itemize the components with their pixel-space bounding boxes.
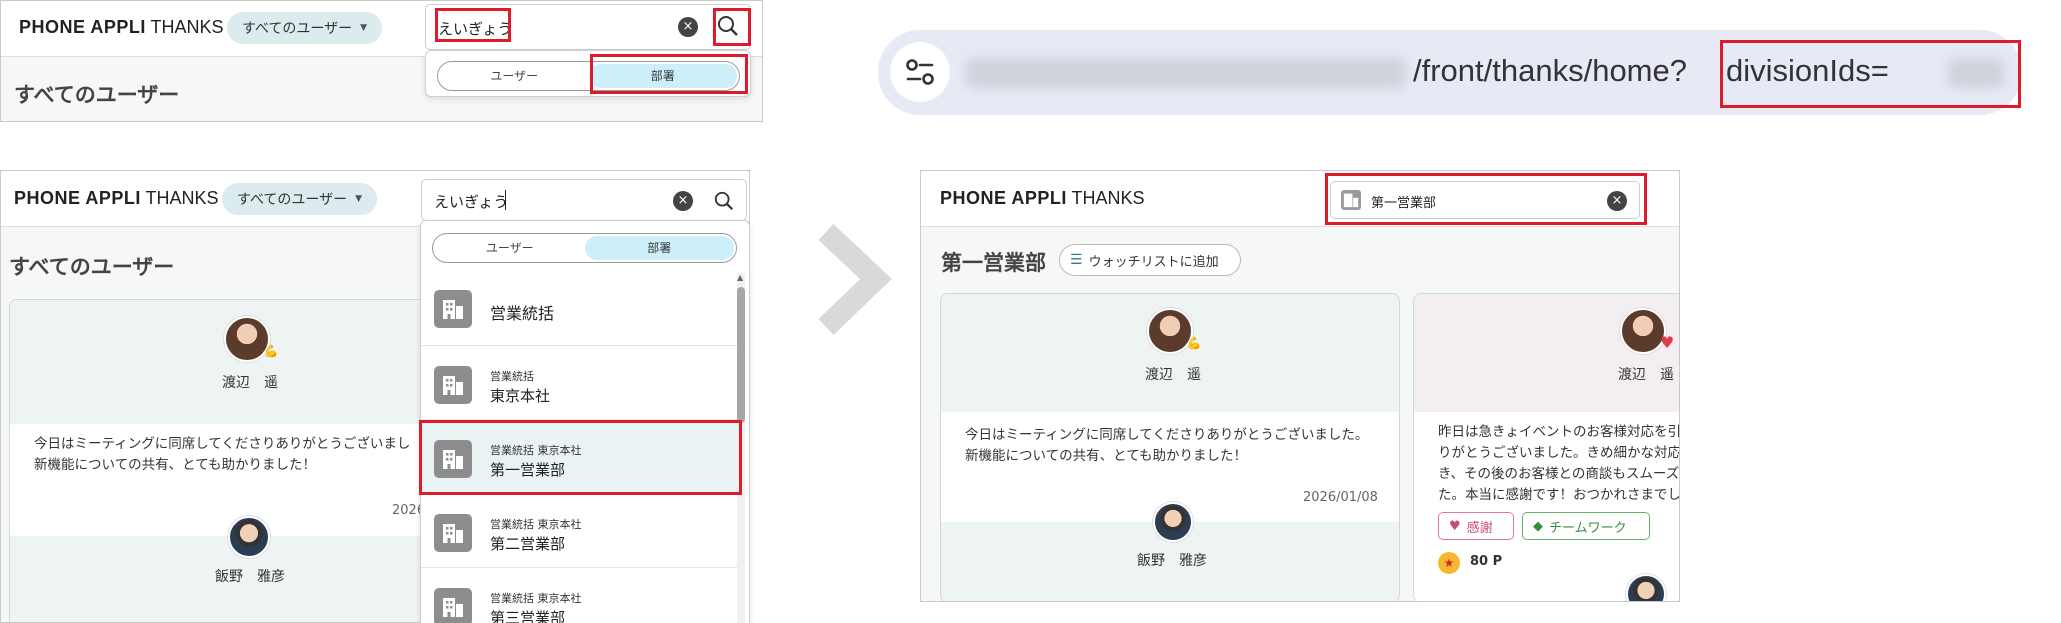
search-input[interactable]: えいぎょう × [421, 179, 747, 221]
brand-light: THANKS [145, 188, 219, 208]
app-brand: PHONE APPLI THANKS [14, 188, 219, 209]
user-filter-label: すべてのユーザー [241, 21, 353, 37]
highlight-search-button [713, 8, 751, 46]
user-filter-pill[interactable]: すべてのユーザー ▼ [227, 12, 382, 44]
tag-label: チームワーク [1549, 520, 1627, 536]
url-host-blurred [966, 58, 1406, 88]
user-filter-pill[interactable]: すべてのユーザー ▼ [222, 183, 377, 215]
app-brand: PHONE APPLI THANKS [19, 17, 224, 38]
message-line-1: 今日はミーティングに同席してくださりありがとうございました。 [965, 427, 1369, 443]
thanks-card[interactable]: ♥ 渡辺 遥 昨日は急きょイベントのお客様対応を引 りがとうございました。きめ細… [1413, 293, 1680, 601]
highlight-search-query [435, 8, 511, 42]
tag-thanks[interactable]: ♥ 感謝 [1438, 512, 1514, 540]
list-icon: ☰ [1070, 252, 1083, 268]
muscle-icon: 💪 [263, 344, 279, 358]
avatar [1626, 574, 1666, 601]
chevron-right-icon [812, 222, 892, 337]
chevron-down-icon: ▼ [360, 23, 368, 33]
division-name: 営業統括 [490, 304, 555, 323]
division-option[interactable]: 営業統括 東京本社 第二営業部 [421, 495, 737, 568]
search-icon[interactable] [713, 190, 735, 212]
brand-bold: PHONE APPLI [19, 17, 146, 37]
search-type-toggle: ユーザー 部署 [432, 233, 737, 263]
tune-icon[interactable] [890, 42, 950, 102]
star-eyes-icon: ★ [1438, 552, 1460, 574]
division-name: 第二営業部 [490, 535, 566, 553]
text-cursor [505, 190, 506, 210]
message-line-2: 新機能についての共有、とても助かりました！ [965, 448, 1248, 464]
panel-division-result: PHONE APPLI THANKS 第一営業部 × 第一営業部 ☰ ウォッチリ… [920, 170, 1680, 602]
sender-name: 渡辺 遥 [222, 375, 278, 391]
app-brand: PHONE APPLI THANKS [940, 188, 1145, 209]
clear-icon[interactable]: × [673, 191, 693, 211]
brand-light: THANKS [150, 17, 224, 37]
gem-icon: ◆ [1533, 518, 1543, 534]
building-icon [434, 290, 472, 328]
muscle-icon: 💪 [1186, 336, 1202, 350]
tag-teamwork[interactable]: ◆ チームワーク [1522, 512, 1650, 540]
division-path: 営業統括 東京本社 [490, 518, 582, 531]
thanks-card[interactable]: 💪 渡辺 遥 今日はミーティングに同席してくださりありがとうございました。 新機… [940, 293, 1400, 601]
tab-user[interactable]: ユーザー [435, 236, 585, 260]
brand-bold: PHONE APPLI [940, 188, 1067, 208]
tag-label: 感謝 [1466, 520, 1493, 536]
heart-icon: ♥ [1659, 333, 1675, 352]
user-filter-label: すべてのユーザー [236, 192, 348, 208]
app-header: PHONE APPLI THANKS すべてのユーザー ▼ えいぎょう × [1, 171, 749, 227]
building-icon [434, 514, 472, 552]
message-line-4: た。本当に感謝です！おつかれさまでし [1438, 487, 1680, 503]
division-name: 第三営業部 [490, 609, 566, 623]
thanks-card[interactable]: 💪 渡辺 遥 今日はミーティングに同席してくださりありがとうございまし 新機能に… [9, 299, 469, 622]
highlight-url-param [1720, 40, 2021, 108]
building-icon [434, 366, 472, 404]
highlight-division-filter [1325, 173, 1647, 225]
points-value: 80 P [1470, 554, 1503, 569]
division-path: 営業統括 東京本社 [490, 592, 582, 605]
scroll-up-icon[interactable]: ▲ [737, 273, 743, 282]
card-date: 2026/01/08 [1303, 490, 1378, 505]
sender-name: 渡辺 遥 [1618, 367, 1674, 383]
message-line-1: 昨日は急きょイベントのお客様対応を引 [1438, 424, 1680, 440]
page-title: 第一営業部 [941, 251, 1046, 275]
avatar [1153, 502, 1193, 542]
tab-division[interactable]: 部署 [584, 236, 734, 260]
search-query: えいぎょう [434, 193, 509, 211]
brand-bold: PHONE APPLI [14, 188, 141, 208]
message-line-2: りがとうございました。きめ細かな対応 [1438, 445, 1680, 461]
division-option[interactable]: 営業統括 東京本社 第三営業部 [421, 569, 737, 623]
division-option[interactable]: 営業統括 [421, 273, 737, 346]
tab-user[interactable]: ユーザー [440, 64, 589, 88]
building-icon [434, 588, 472, 623]
receiver-name: 飯野 雅彦 [215, 569, 285, 585]
message-line-2: 新機能についての共有、とても助かりました！ [34, 457, 317, 473]
sender-name: 渡辺 遥 [1145, 367, 1201, 383]
message-line-3: き、その後のお客様との商談もスムーズ [1438, 466, 1680, 482]
receiver-name: 飯野 雅彦 [1137, 553, 1207, 569]
url-path: /front/thanks/home? [1413, 53, 1687, 88]
message-line-1: 今日はミーティングに同席してくださりありがとうございまし [34, 436, 411, 452]
chevron-down-icon: ▼ [355, 194, 363, 204]
add-watchlist-button[interactable]: ☰ ウォッチリストに追加 [1059, 244, 1241, 276]
scrollbar-thumb[interactable] [737, 287, 745, 423]
division-name: 東京本社 [490, 387, 551, 405]
brand-light: THANKS [1071, 188, 1145, 208]
highlight-division-tab [590, 54, 748, 94]
highlight-selected-division [419, 420, 742, 495]
heart-icon: ♥ [1449, 518, 1461, 534]
avatar [228, 516, 270, 558]
division-option[interactable]: 営業統括 東京本社 [421, 347, 737, 420]
page-title: すべてのユーザー [14, 83, 180, 107]
division-path: 営業統括 [490, 370, 534, 383]
watchlist-label: ウォッチリストに追加 [1088, 254, 1219, 270]
page-title: すべてのユーザー [9, 255, 175, 279]
clear-icon[interactable]: × [678, 17, 698, 37]
